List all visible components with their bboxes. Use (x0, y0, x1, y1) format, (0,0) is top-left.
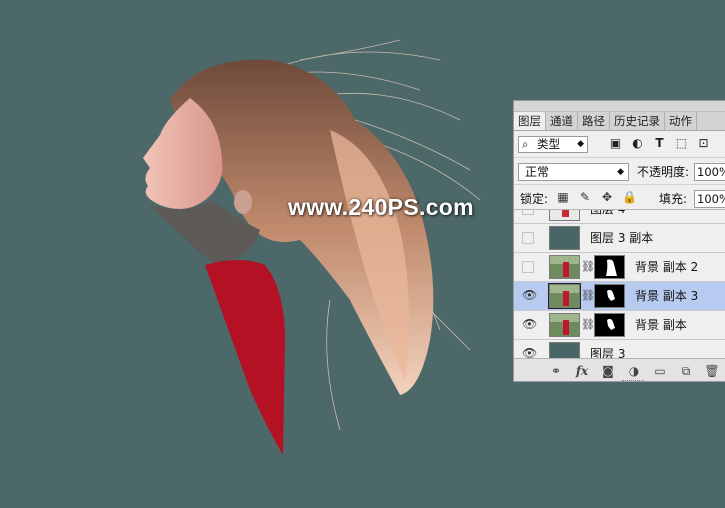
chevron-down-icon: ◆ (577, 139, 584, 149)
add-mask-icon[interactable]: ◙ (600, 363, 616, 379)
type-filter-icon[interactable]: T (652, 136, 667, 151)
layer-list[interactable]: 图层 4 图层 3 副本 ⛓ 背景 副本 2 👁 ⛓ 背景 副本 3 👁 ⛓ 背… (514, 209, 725, 359)
tab-paths[interactable]: 路径 (578, 112, 610, 130)
layer-item[interactable]: ⛓ 背景 副本 2 (514, 253, 725, 282)
layer-item[interactable]: 👁 图层 3 (514, 340, 725, 359)
fx-icon[interactable]: fx (574, 363, 590, 379)
layer-mask-thumbnail[interactable] (594, 255, 625, 279)
watermark-text: www.240PS.com (288, 194, 474, 220)
lock-row: 锁定: ▦ ✎ ✥ 🔒 填充: 100% (514, 185, 725, 212)
layer-item[interactable]: 图层 3 副本 (514, 224, 725, 253)
resize-grip[interactable] (622, 380, 644, 381)
layer-thumbnail (548, 283, 581, 309)
search-icon: ⌕ (522, 137, 529, 151)
lock-all-icon[interactable]: 🔒 (622, 190, 637, 204)
chevron-down-icon: ◆ (617, 167, 624, 177)
layer-mask-thumbnail[interactable] (594, 313, 625, 337)
lock-position-icon[interactable]: ✥ (600, 190, 614, 204)
trash-icon[interactable]: 🗑 (704, 363, 720, 379)
layers-panel-toolbar: ⚭ fx ◙ ◑ ▭ ⧉ 🗑 (514, 358, 725, 381)
panel-tabs: 图层 通道 路径 历史记录 动作 (514, 112, 725, 131)
layer-item[interactable]: 👁 ⛓ 背景 副本 (514, 311, 725, 340)
layer-item-selected[interactable]: 👁 ⛓ 背景 副本 3 (514, 282, 725, 311)
new-layer-icon[interactable]: ⧉ (678, 363, 694, 379)
panel-title-bar[interactable] (514, 101, 725, 112)
layer-name[interactable]: 图层 4 (590, 210, 625, 217)
red-shirt (205, 260, 285, 455)
tab-actions[interactable]: 动作 (665, 112, 697, 130)
layer-thumbnail (549, 255, 580, 279)
visibility-toggle[interactable] (522, 232, 534, 244)
ear (234, 190, 252, 214)
layer-item[interactable]: 图层 4 (514, 210, 725, 224)
adjustment-filter-icon[interactable]: ◐ (630, 136, 645, 151)
layer-thumbnail (549, 313, 580, 337)
tab-layers[interactable]: 图层 (514, 112, 546, 130)
filter-row: ⌕ 类型 ◆ ▣ ◐ T ⬚ ⊡ (514, 131, 725, 158)
link-layers-icon[interactable]: ⚭ (548, 363, 564, 379)
link-icon[interactable]: ⛓ (581, 289, 595, 302)
image-filter-icon[interactable]: ▣ (608, 136, 623, 151)
layer-thumbnail (549, 342, 580, 359)
layer-name[interactable]: 背景 副本 3 (635, 288, 698, 304)
visibility-toggle[interactable] (522, 261, 534, 273)
lock-label: 锁定: (520, 192, 549, 206)
fill-label: 填充: (659, 192, 688, 206)
layer-mask-thumbnail[interactable] (594, 284, 625, 308)
shape-filter-icon[interactable]: ⬚ (674, 136, 689, 151)
layer-name[interactable]: 背景 副本 2 (635, 259, 698, 275)
new-group-icon[interactable]: ▭ (652, 363, 668, 379)
eye-icon[interactable]: 👁 (522, 289, 537, 302)
layer-name[interactable]: 背景 副本 (635, 317, 687, 333)
lock-transparent-icon[interactable]: ▦ (556, 190, 570, 204)
layers-panel: 图层 通道 路径 历史记录 动作 ⌕ 类型 ◆ ▣ ◐ T ⬚ ⊡ 正常 ◆ 不… (513, 100, 725, 382)
layer-thumbnail (549, 226, 580, 250)
layer-filter-select[interactable]: ⌕ 类型 ◆ (518, 136, 588, 153)
fill-input[interactable]: 100% (694, 190, 725, 208)
adjustment-layer-icon[interactable]: ◑ (626, 363, 642, 379)
link-icon[interactable]: ⛓ (581, 260, 595, 273)
tab-history[interactable]: 历史记录 (610, 112, 665, 130)
layer-name[interactable]: 图层 3 副本 (590, 230, 653, 246)
smart-object-filter-icon[interactable]: ⊡ (696, 136, 711, 151)
filter-label: 类型 (537, 137, 560, 151)
visibility-toggle[interactable] (522, 210, 534, 215)
opacity-input[interactable]: 100% (694, 163, 725, 181)
layer-thumbnail (549, 210, 580, 221)
blend-mode-value: 正常 (525, 165, 550, 179)
opacity-label: 不透明度: (637, 165, 690, 179)
tab-channels[interactable]: 通道 (546, 112, 578, 130)
link-icon[interactable]: ⛓ (581, 318, 595, 331)
eye-icon[interactable]: 👁 (522, 318, 537, 331)
lock-paint-icon[interactable]: ✎ (578, 190, 592, 204)
blend-mode-select[interactable]: 正常 ◆ (518, 163, 629, 181)
blend-row: 正常 ◆ 不透明度: 100% (514, 158, 725, 185)
